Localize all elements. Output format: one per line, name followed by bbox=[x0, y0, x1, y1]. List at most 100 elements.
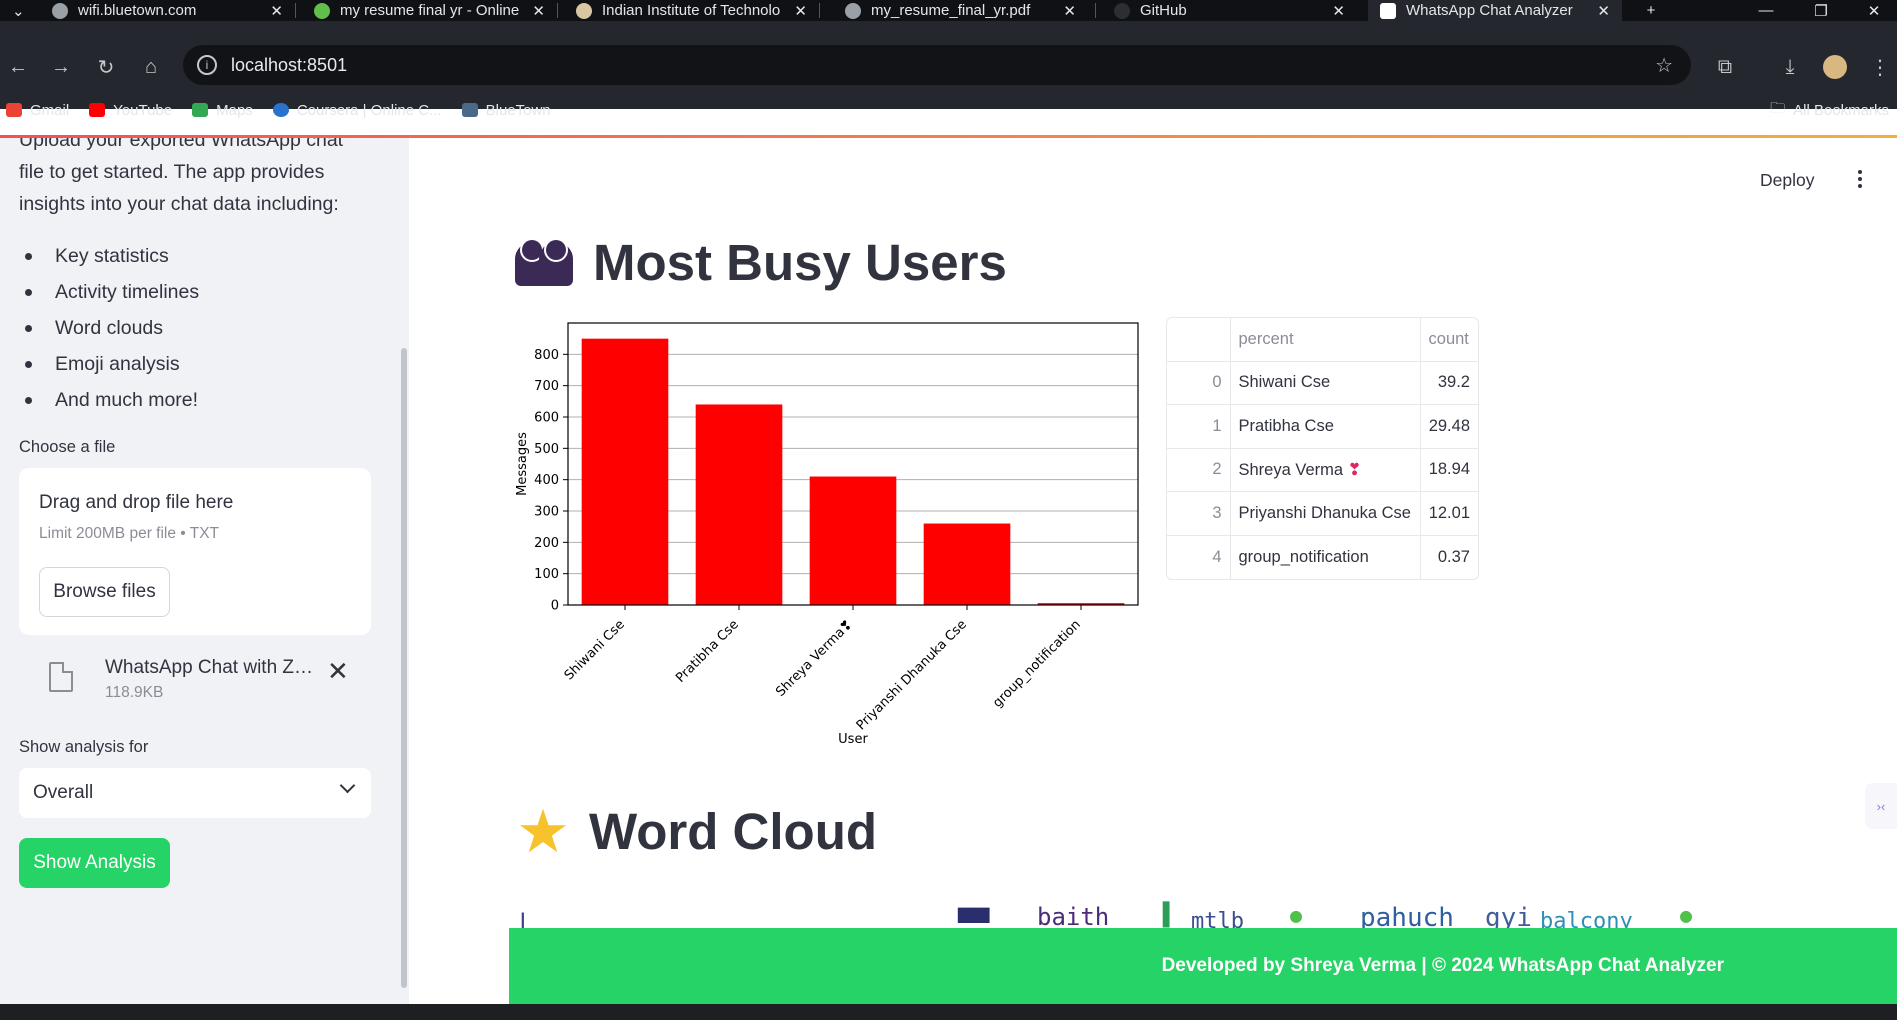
table-header-percent[interactable]: percent bbox=[1230, 318, 1421, 362]
browser-tab-strip: ⌄ wifi.bluetown.com ✕ my resume final yr… bbox=[0, 0, 1897, 21]
busy-users-chart: 0 100 200 300 400 500 600 700 800 Shiwani Cse Prat… bbox=[514, 318, 1144, 753]
app-menu-icon[interactable] bbox=[1855, 170, 1865, 192]
row-index: 1 bbox=[1167, 404, 1231, 449]
address-bar[interactable]: i localhost:8501 ☆ bbox=[183, 45, 1691, 85]
y-tick-label: 100 bbox=[534, 567, 559, 582]
profile-avatar[interactable] bbox=[1819, 51, 1851, 83]
chart-favicon-icon bbox=[1380, 2, 1396, 19]
dropzone-title: Drag and drop file here bbox=[39, 492, 234, 513]
word-cloud-image: | ▁▁▁ ▀▀ baith ▌ mtlb ● pahuch gyi balco… bbox=[515, 895, 1715, 931]
row-name: Shreya Verma bbox=[1238, 460, 1344, 479]
bookmark-gmail[interactable]: Gmail bbox=[6, 102, 69, 119]
bar bbox=[695, 404, 783, 605]
tab-resume-pdf[interactable]: my_resume_final_yr.pdf ✕ bbox=[833, 0, 1088, 21]
globe-icon bbox=[52, 2, 68, 19]
section-title-busy-users: Most Busy Users bbox=[515, 233, 1007, 292]
tab-close-icon[interactable]: ✕ bbox=[532, 2, 545, 20]
row-index: 0 bbox=[1167, 361, 1231, 406]
y-tick-label: 0 bbox=[551, 599, 559, 614]
bookmark-bluetown[interactable]: BlueTown bbox=[461, 102, 551, 119]
row-value: 18.94 bbox=[1420, 448, 1478, 493]
tab-search-button[interactable]: ⌄ bbox=[0, 0, 40, 21]
globe-icon bbox=[845, 2, 861, 19]
file-dropzone[interactable]: Drag and drop file here Limit 200MB per … bbox=[19, 468, 371, 635]
y-axis-label: Messages bbox=[515, 432, 530, 496]
x-axis-label: User bbox=[838, 732, 868, 747]
analysis-user-select[interactable]: Overall bbox=[19, 768, 371, 818]
tab-github[interactable]: GitHub ✕ bbox=[1102, 0, 1357, 21]
restore-button[interactable]: ❐ bbox=[1798, 0, 1844, 21]
new-tab-button[interactable]: + bbox=[1628, 0, 1674, 21]
minimize-button[interactable]: — bbox=[1743, 0, 1789, 21]
table-header-count[interactable]: count bbox=[1420, 318, 1478, 362]
footer-text: Developed by Shreya Verma | © 2024 Whats… bbox=[1161, 955, 1724, 976]
table-row: 4 group_notification 0.37 bbox=[1167, 535, 1478, 579]
close-window-button[interactable]: ✕ bbox=[1851, 0, 1897, 21]
row-value: 0.37 bbox=[1437, 547, 1470, 566]
uploaded-file-name: WhatsApp Chat with Zo... bbox=[105, 657, 320, 678]
tab-close-icon[interactable]: ✕ bbox=[270, 2, 283, 20]
site-info-icon[interactable]: i bbox=[197, 55, 217, 75]
busy-users-table: percent count 0 Shiwani Cse 39.2 1 Prati… bbox=[1166, 317, 1479, 580]
home-button[interactable]: ⌂ bbox=[135, 51, 167, 83]
glowing-star-icon: ★ bbox=[516, 797, 570, 865]
y-tick-label: 600 bbox=[534, 411, 559, 426]
feature-item: Word clouds bbox=[19, 310, 199, 346]
section-title-word-cloud: ★ Word Cloud bbox=[516, 797, 877, 865]
bookmarks-bar: Gmail YouTube Maps Coursera | Online C..… bbox=[0, 97, 551, 123]
row-value: 12.01 bbox=[1420, 491, 1478, 536]
bar bbox=[581, 338, 669, 605]
y-tick-label: 200 bbox=[534, 536, 559, 551]
tab-close-icon[interactable]: ✕ bbox=[794, 2, 807, 20]
y-tick-label: 500 bbox=[534, 442, 559, 457]
forward-button[interactable]: → bbox=[45, 51, 77, 83]
youtube-icon bbox=[89, 103, 106, 117]
row-name-cell: Shreya Verma ❣ bbox=[1230, 448, 1421, 493]
table-row: 3 Priyanshi Dhanuka Cse 12.01 bbox=[1167, 491, 1478, 536]
coursera-icon bbox=[272, 103, 289, 117]
tab-iit[interactable]: Indian Institute of Technolo ✕ bbox=[564, 0, 819, 21]
analysis-select-label: Show analysis for bbox=[19, 738, 149, 756]
bookmark-maps[interactable]: Maps bbox=[192, 102, 253, 119]
tab-resume-online[interactable]: my resume final yr - Online ✕ bbox=[302, 0, 557, 21]
reload-button[interactable]: ↻ bbox=[90, 51, 122, 83]
tab-whatsapp-chat-analyzer[interactable]: WhatsApp Chat Analyzer ✕ bbox=[1368, 0, 1622, 21]
tab-close-icon[interactable]: ✕ bbox=[1332, 2, 1345, 20]
maps-icon bbox=[192, 103, 209, 117]
extensions-icon[interactable]: ⧉ bbox=[1709, 51, 1741, 83]
browse-files-button[interactable]: Browse files bbox=[39, 567, 170, 617]
back-button[interactable]: ← bbox=[2, 51, 34, 83]
tab-wifi-bluetown[interactable]: wifi.bluetown.com ✕ bbox=[40, 0, 295, 21]
chevron-down-icon: ⌄ bbox=[12, 2, 25, 20]
all-bookmarks-button[interactable]: 🗀 All Bookmarks bbox=[1770, 97, 1889, 123]
tab-close-icon[interactable]: ✕ bbox=[1597, 2, 1610, 20]
overleaf-icon bbox=[314, 2, 330, 19]
table-row: 1 Pratibha Cse 29.48 bbox=[1167, 404, 1478, 449]
row-value: 29.48 bbox=[1420, 404, 1478, 449]
sidebar-scrollbar[interactable] bbox=[401, 348, 407, 988]
bookmark-coursera[interactable]: Coursera | Online C... bbox=[272, 102, 442, 119]
x-tick-label: Pratibha Cse bbox=[673, 617, 742, 686]
side-panel-toggle-icon[interactable]: ›‹ bbox=[1865, 783, 1897, 829]
uploaded-file: WhatsApp Chat with Zo... 118.9KB ✕ bbox=[19, 653, 371, 713]
word-cloud-fragment: ● bbox=[1680, 903, 1693, 927]
tab-close-icon[interactable]: ✕ bbox=[1063, 2, 1076, 20]
row-index: 4 bbox=[1167, 535, 1231, 579]
gmail-icon bbox=[6, 103, 22, 117]
y-tick-label: 300 bbox=[534, 505, 559, 520]
bookmark-youtube[interactable]: YouTube bbox=[89, 102, 172, 119]
deploy-button[interactable]: Deploy bbox=[1760, 170, 1814, 191]
browser-menu-icon[interactable]: ⋮ bbox=[1864, 51, 1896, 83]
busts-icon bbox=[515, 238, 575, 288]
y-tick-label: 700 bbox=[534, 379, 559, 394]
bookmark-star-icon[interactable]: ☆ bbox=[1655, 53, 1673, 78]
remove-file-icon[interactable]: ✕ bbox=[327, 656, 349, 687]
show-analysis-button[interactable]: Show Analysis bbox=[19, 838, 170, 888]
word-cloud-fragment: ▌ bbox=[1163, 903, 1177, 928]
word-cloud-word: baith bbox=[1037, 903, 1110, 931]
download-icon[interactable]: ⤓ bbox=[1774, 51, 1806, 83]
file-uploader-label: Choose a file bbox=[19, 438, 116, 456]
x-tick-label: Shiwani Cse bbox=[562, 617, 628, 683]
row-index: 2 bbox=[1167, 448, 1231, 493]
y-tick-label: 800 bbox=[534, 348, 559, 363]
